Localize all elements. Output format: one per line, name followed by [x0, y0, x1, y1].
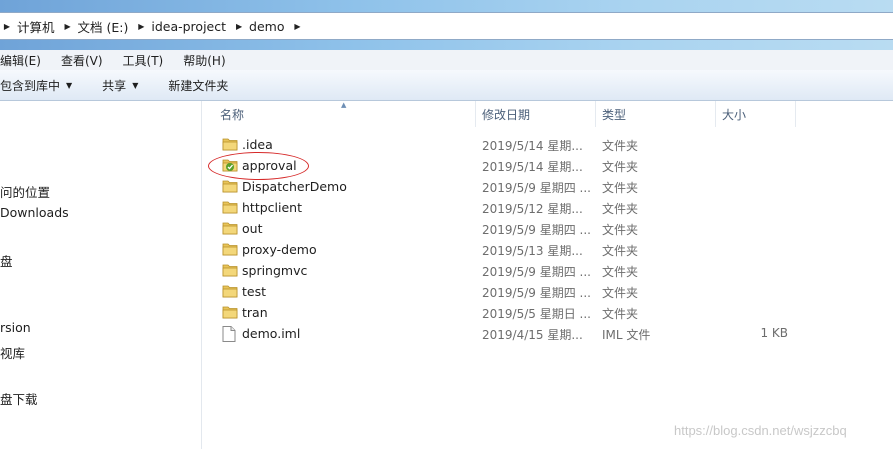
column-header-type[interactable]: 类型 — [596, 101, 716, 127]
nav-item-video-library[interactable]: 视库 — [0, 343, 25, 362]
caret-down-icon: ▼ — [66, 80, 73, 90]
file-type: 文件夹 — [602, 286, 639, 300]
nav-item-recent-places[interactable]: 问的位置 — [0, 182, 50, 201]
nav-item-disk-downloads[interactable]: 盘下载 — [0, 389, 38, 408]
folder-icon — [222, 242, 238, 256]
file-type: 文件夹 — [602, 139, 639, 153]
folder-icon — [222, 200, 238, 214]
file-type: 文件夹 — [602, 244, 639, 258]
breadcrumb-label[interactable]: idea-project — [148, 19, 232, 34]
file-date: 2019/5/9 星期四 ... — [482, 223, 591, 237]
folder-icon — [222, 284, 238, 298]
folder-icon — [222, 305, 238, 319]
file-type: 文件夹 — [602, 181, 639, 195]
file-name: out — [242, 221, 263, 236]
file-date: 2019/5/9 星期四 ... — [482, 265, 591, 279]
nav-item-disk[interactable]: 盘 — [0, 251, 13, 270]
file-type: IML 文件 — [602, 328, 651, 342]
folder-icon — [222, 263, 238, 277]
column-header-label: 大小 — [722, 107, 747, 122]
chevron-right-icon[interactable]: ▶ — [290, 22, 304, 31]
menu-help[interactable]: 帮助(H) — [173, 52, 235, 69]
breadcrumb-root[interactable]: ▶ — [0, 13, 14, 39]
file-date: 2019/5/12 星期... — [482, 202, 583, 216]
column-header-name[interactable]: 名称 — [214, 101, 476, 127]
breadcrumb-item-computer[interactable]: 计算机 ▶ — [14, 13, 75, 39]
menu-tools[interactable]: 工具(T) — [113, 52, 174, 69]
file-date: 2019/4/15 星期... — [482, 328, 583, 342]
file-row[interactable]: out 2019/5/9 星期四 ... 文件夹 — [202, 218, 893, 239]
address-bar[interactable]: ▶ 计算机 ▶ 文档 (E:) ▶ idea-project ▶ demo ▶ — [0, 12, 893, 40]
caret-down-icon: ▼ — [132, 80, 139, 90]
file-row[interactable]: proxy-demo 2019/5/13 星期... 文件夹 — [202, 239, 893, 260]
watermark: https://blog.csdn.net/wsjzzcbq — [674, 423, 847, 438]
file-date: 2019/5/9 星期四 ... — [482, 181, 591, 195]
column-header-size[interactable]: 大小 — [716, 101, 796, 127]
file-row[interactable]: DispatcherDemo 2019/5/9 星期四 ... 文件夹 — [202, 176, 893, 197]
file-size: 1 KB — [760, 326, 788, 340]
column-header-label: 类型 — [602, 107, 627, 122]
menu-edit[interactable]: 编辑(E) — [0, 52, 51, 69]
folder-icon — [222, 221, 238, 235]
file-name: demo.iml — [242, 326, 301, 341]
column-header-date[interactable]: 修改日期 — [476, 101, 596, 127]
breadcrumb-label[interactable]: 计算机 — [14, 17, 61, 36]
column-header-label: 名称 — [220, 107, 245, 122]
file-type: 文件夹 — [602, 265, 639, 279]
nav-item-subversion[interactable]: rsion — [0, 320, 31, 335]
share-button[interactable]: 共享 ▼ — [86, 77, 152, 94]
file-date: 2019/5/9 星期四 ... — [482, 286, 591, 300]
highlight-circle — [208, 152, 309, 180]
breadcrumb-item-demo[interactable]: demo ▶ — [246, 13, 304, 39]
menu-bar: 编辑(E) 查看(V) 工具(T) 帮助(H) — [0, 50, 893, 70]
file-type: 文件夹 — [602, 307, 639, 321]
file-row[interactable]: httpclient 2019/5/12 星期... 文件夹 — [202, 197, 893, 218]
chevron-right-icon[interactable]: ▶ — [61, 22, 75, 31]
new-folder-label: 新建文件夹 — [168, 78, 229, 93]
include-in-library-button[interactable]: 包含到库中 ▼ — [0, 77, 86, 94]
new-folder-button[interactable]: 新建文件夹 — [152, 77, 242, 94]
chevron-right-icon[interactable]: ▶ — [134, 22, 148, 31]
file-row[interactable]: test 2019/5/9 星期四 ... 文件夹 — [202, 281, 893, 302]
file-name: tran — [242, 305, 268, 320]
chevron-right-icon[interactable]: ▶ — [232, 22, 246, 31]
file-row[interactable]: springmvc 2019/5/9 星期四 ... 文件夹 — [202, 260, 893, 281]
file-icon — [222, 326, 238, 342]
file-name: proxy-demo — [242, 242, 317, 257]
breadcrumb-item-drive[interactable]: 文档 (E:) ▶ — [75, 13, 149, 39]
chevron-right-icon[interactable]: ▶ — [0, 22, 14, 31]
file-row[interactable]: .idea 2019/5/14 星期... 文件夹 — [202, 134, 893, 155]
file-row[interactable]: tran 2019/5/5 星期日 ... 文件夹 — [202, 302, 893, 323]
file-type: 文件夹 — [602, 160, 639, 174]
file-name: httpclient — [242, 200, 302, 215]
folder-icon — [222, 137, 238, 151]
file-type: 文件夹 — [602, 202, 639, 216]
file-date: 2019/5/14 星期... — [482, 160, 583, 174]
file-name: .idea — [242, 137, 273, 152]
file-name: springmvc — [242, 263, 308, 278]
file-list: ▲ 名称 修改日期 类型 大小 .idea 2019/5/14 星期... 文件夹 a… — [202, 101, 893, 449]
file-name: DispatcherDemo — [242, 179, 347, 194]
file-row[interactable]: demo.iml 2019/4/15 星期... IML 文件 1 KB — [202, 323, 893, 344]
nav-item-downloads[interactable]: Downloads — [0, 205, 69, 220]
file-date: 2019/5/5 星期日 ... — [482, 307, 591, 321]
include-in-library-label: 包含到库中 — [0, 78, 61, 93]
column-header-label: 修改日期 — [482, 107, 531, 122]
file-date: 2019/5/13 星期... — [482, 244, 583, 258]
menu-view[interactable]: 查看(V) — [51, 52, 113, 69]
breadcrumb-label[interactable]: 文档 (E:) — [75, 17, 135, 36]
share-label: 共享 — [102, 78, 127, 93]
file-name: test — [242, 284, 267, 299]
breadcrumb-label[interactable]: demo — [246, 19, 290, 34]
navigation-pane: 问的位置 Downloads 盘 rsion 视库 盘下载 — [0, 101, 202, 449]
file-type: 文件夹 — [602, 223, 639, 237]
folder-icon — [222, 179, 238, 193]
toolbar: 包含到库中 ▼ 共享 ▼ 新建文件夹 — [0, 70, 893, 101]
file-date: 2019/5/14 星期... — [482, 139, 583, 153]
breadcrumb-item-idea-project[interactable]: idea-project ▶ — [148, 13, 246, 39]
